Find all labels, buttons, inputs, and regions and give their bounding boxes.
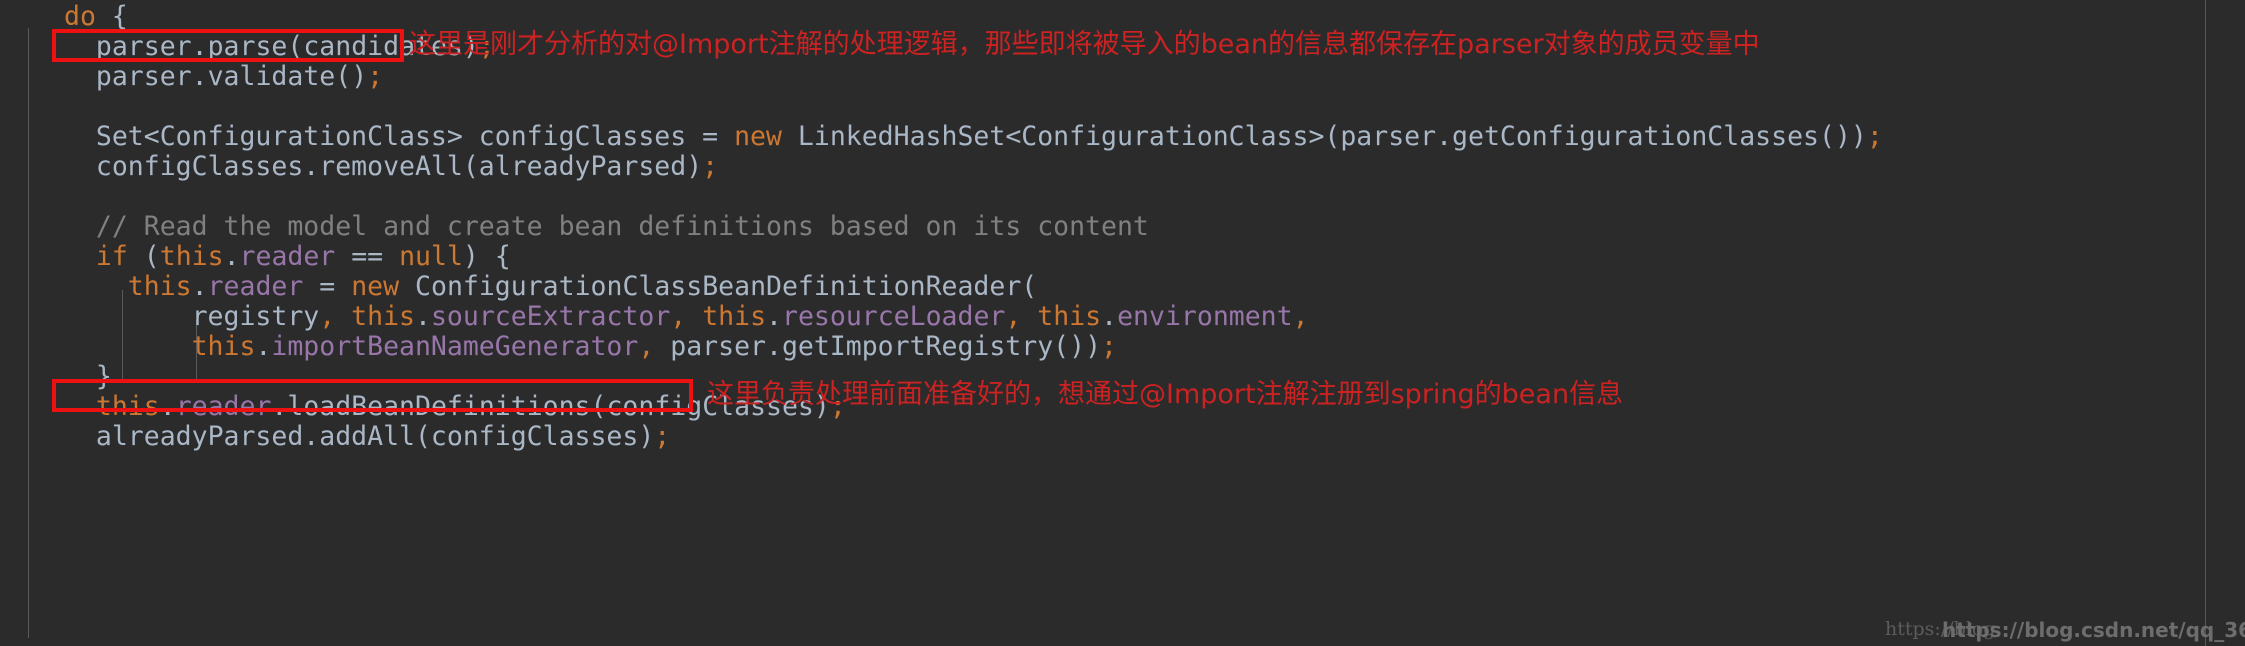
code-token: ;	[702, 151, 719, 182]
code-token: alreadyParsed.addAll(configClasses)	[95, 421, 655, 452]
code-token: ;	[654, 421, 671, 452]
code-token: {	[95, 1, 128, 32]
code-token: registry	[191, 301, 320, 332]
code-token: reader	[207, 271, 304, 302]
code-line[interactable]: alreadyParsed.addAll(configClasses);	[96, 422, 670, 452]
code-token: new	[351, 271, 400, 302]
annotation-load-bean-definitions: 这里负责处理前面准备好的，想通过@Import注解注册到spring的bean信…	[707, 379, 1624, 410]
code-token: .	[191, 61, 208, 92]
code-token: =	[303, 271, 352, 302]
code-token: ,	[1292, 301, 1309, 332]
code-line[interactable]: // Read the model and create bean defini…	[96, 212, 1149, 242]
code-token: resourceLoader	[782, 301, 1006, 332]
code-token: ,	[670, 301, 703, 332]
code-token: ;	[1101, 331, 1118, 362]
code-token: ) {	[462, 241, 511, 272]
code-line[interactable]: if (this.reader == null) {	[96, 242, 511, 272]
code-line[interactable]: this.importBeanNameGenerator, parser.get…	[192, 332, 1117, 362]
code-token: }	[95, 361, 112, 392]
code-token: importBeanNameGenerator	[271, 331, 639, 362]
code-token: .	[1101, 301, 1118, 332]
code-token: (	[127, 241, 160, 272]
code-text-layer[interactable]: do {parser.parse(candidates); parser.vali…	[0, 0, 2245, 646]
code-line[interactable]: configClasses.removeAll(alreadyParsed);	[96, 152, 718, 182]
annotation-parse-candidates: 这里是刚才分析的对@Import注解的处理逻辑，那些即将被导入的bean的信息都…	[409, 29, 1760, 60]
code-token: this	[702, 301, 767, 332]
code-token: do	[64, 1, 96, 32]
code-line[interactable]: do {	[64, 2, 128, 32]
watermark-sans: https://blog.csdn.net/qq_36963950	[1942, 618, 2245, 642]
code-editor-pane[interactable]: do {parser.parse(candidates); parser.vali…	[0, 0, 2245, 646]
code-token: .	[414, 301, 431, 332]
code-token: (	[287, 31, 304, 62]
code-token: reader	[239, 241, 336, 272]
code-token: this	[95, 391, 160, 422]
code-token: this	[1037, 301, 1102, 332]
code-token: // Read the model and create bean defini…	[95, 211, 1149, 242]
code-token: ConfigurationClassBeanDefinitionReader(	[399, 271, 1038, 302]
code-token: environment	[1117, 301, 1293, 332]
code-line[interactable]: this.reader = new ConfigurationClassBean…	[128, 272, 1037, 302]
code-token: this	[191, 331, 256, 362]
code-token: this	[159, 241, 224, 272]
code-token: .	[223, 241, 240, 272]
code-token: configClasses.removeAll(alreadyParsed)	[95, 151, 703, 182]
code-token: parser	[95, 31, 192, 62]
code-token: ()	[335, 61, 368, 92]
code-line[interactable]: }	[96, 362, 112, 392]
code-token: parser	[95, 61, 192, 92]
code-token: ,	[319, 301, 352, 332]
code-token: .	[255, 331, 272, 362]
code-token: ,	[638, 331, 671, 362]
code-token: sourceExtractor	[430, 301, 671, 332]
code-token: ==	[335, 241, 400, 272]
code-line[interactable]: parser.validate();	[96, 62, 383, 92]
code-line[interactable]: registry, this.sourceExtractor, this.res…	[192, 302, 1309, 332]
code-token: null	[399, 241, 463, 272]
code-token: if	[95, 241, 128, 272]
code-token: .	[191, 271, 208, 302]
code-token: this	[351, 301, 415, 332]
code-token: validate	[207, 61, 336, 92]
code-token: ,	[1005, 301, 1038, 332]
code-token: this	[127, 271, 192, 302]
code-token: ;	[1866, 121, 1883, 152]
code-token: parser.getImportRegistry())	[670, 331, 1102, 362]
code-token: new	[734, 121, 782, 152]
code-token: parse	[207, 31, 288, 62]
code-token: reader	[175, 391, 272, 422]
code-token: .	[766, 301, 782, 332]
code-token: .	[191, 31, 208, 62]
code-token: LinkedHashSet<ConfigurationClass>(parser…	[781, 121, 1867, 152]
code-line[interactable]: Set<ConfigurationClass> configClasses = …	[96, 122, 1883, 152]
code-token: ;	[367, 61, 384, 92]
code-token: .	[159, 391, 176, 422]
code-token: Set<ConfigurationClass> configClasses =	[95, 121, 735, 152]
